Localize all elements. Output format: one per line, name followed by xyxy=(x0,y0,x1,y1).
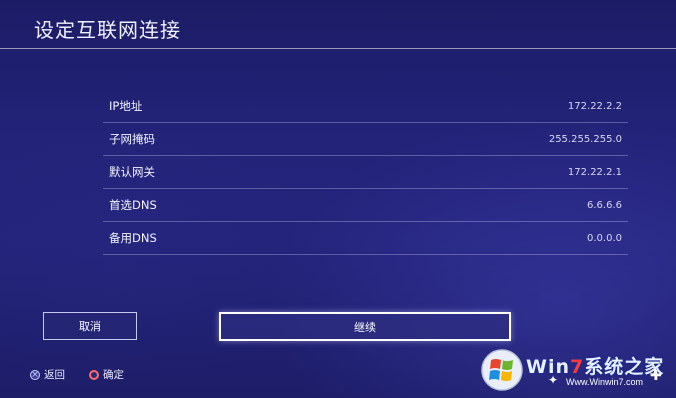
cross-button-icon xyxy=(30,369,40,380)
continue-button[interactable]: 继续 xyxy=(219,312,511,341)
field-secondary-dns[interactable]: 备用DNS 0.0.0.0 xyxy=(103,222,628,255)
field-label: 子网掩码 xyxy=(109,132,155,146)
field-label: 默认网关 xyxy=(109,165,155,179)
field-subnet-mask[interactable]: 子网掩码 255.255.255.0 xyxy=(103,123,628,156)
field-value: 172.22.2.2 xyxy=(567,100,622,112)
cancel-button[interactable]: 取消 xyxy=(43,312,137,340)
field-value: 0.0.0.0 xyxy=(587,232,622,244)
field-label: 备用DNS xyxy=(109,231,157,245)
controller-hints: 返回 确定 xyxy=(30,367,124,382)
circle-button-icon xyxy=(89,369,99,380)
field-value: 6.6.6.6 xyxy=(587,199,622,211)
field-value: 255.255.255.0 xyxy=(548,133,622,145)
back-hint-label: 返回 xyxy=(44,369,65,381)
field-value: 172.22.2.1 xyxy=(567,166,622,178)
field-default-gateway[interactable]: 默认网关 172.22.2.1 xyxy=(103,156,628,189)
windows-logo-icon xyxy=(481,349,523,391)
header-divider xyxy=(0,48,676,49)
field-primary-dns[interactable]: 首选DNS 6.6.6.6 xyxy=(103,189,628,222)
field-ip-address[interactable]: IP地址 172.22.2.2 xyxy=(103,90,628,123)
field-label: 首选DNS xyxy=(109,198,157,212)
sparkle-icon: ✚ xyxy=(650,368,662,384)
field-label: IP地址 xyxy=(109,99,143,113)
confirm-hint-label: 确定 xyxy=(103,369,124,381)
watermark-brand: Win7系统之家 xyxy=(526,356,665,378)
network-settings-list: IP地址 172.22.2.2 子网掩码 255.255.255.0 默认网关 … xyxy=(103,90,628,255)
watermark-url: Www.Winwin7.com xyxy=(566,377,644,387)
page-title: 设定互联网连接 xyxy=(34,18,181,42)
watermark: Win7系统之家 Www.Winwin7.com xyxy=(480,346,676,398)
